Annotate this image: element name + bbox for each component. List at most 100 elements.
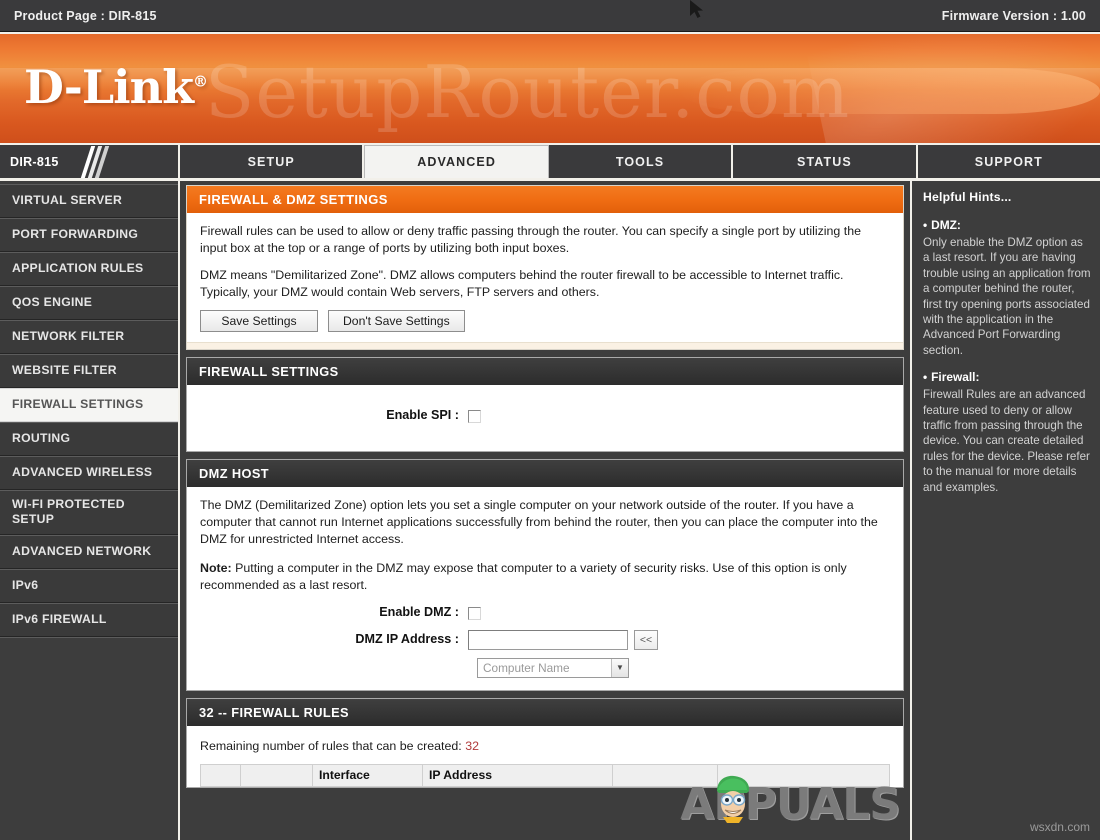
intro-button-row: Save Settings Don't Save Settings bbox=[200, 310, 890, 333]
hint-firewall-text: Firewall Rules are an advanced feature u… bbox=[923, 388, 1090, 494]
dmz-ip-row: DMZ IP Address : << bbox=[200, 629, 890, 650]
sidebar-item-label: PORT FORWARDING bbox=[12, 227, 139, 242]
dmz-ip-address-label: DMZ IP Address : bbox=[355, 632, 459, 647]
tab-status[interactable]: STATUS bbox=[733, 145, 918, 178]
dmz-note-label: Note: bbox=[200, 561, 232, 576]
sidebar-item-label: ROUTING bbox=[12, 431, 71, 446]
enable-spi-checkbox[interactable] bbox=[468, 409, 481, 423]
sidebar-item-network-filter[interactable]: NETWORK FILTER bbox=[0, 320, 178, 354]
firewall-rules-body: Remaining number of rules that can be cr… bbox=[187, 725, 903, 787]
tab-status-label: STATUS bbox=[797, 154, 852, 169]
save-settings-button[interactable]: Save Settings bbox=[200, 310, 318, 333]
enable-spi-row: Enable SPI : bbox=[200, 407, 890, 424]
bullet-icon: • bbox=[923, 218, 928, 233]
tab-tools-label: TOOLS bbox=[615, 154, 665, 169]
firewall-rules-title: 32 -- FIREWALL RULES bbox=[187, 698, 903, 726]
sidebar-item-ipv6[interactable]: IPv6 bbox=[0, 568, 178, 603]
sidebar-item-advanced-network[interactable]: ADVANCED NETWORK bbox=[0, 534, 178, 569]
sidebar-item-label: WEBSITE FILTER bbox=[12, 363, 117, 378]
dlink-logo-text: D-Link bbox=[24, 60, 194, 114]
dlink-logo: D-Link® bbox=[24, 60, 208, 114]
sidebar-item-routing[interactable]: ROUTING bbox=[0, 422, 178, 456]
firewall-dmz-settings-title: FIREWALL & DMZ SETTINGS bbox=[187, 186, 903, 213]
column-header-checkbox bbox=[200, 763, 241, 787]
sidebar-item-application-rules[interactable]: APPLICATION RULES bbox=[0, 252, 178, 286]
hint-dmz-text: Only enable the DMZ option as a last res… bbox=[923, 236, 1091, 357]
tab-advanced-label: ADVANCED bbox=[417, 155, 496, 169]
intro-paragraph-1: Firewall rules can be used to allow or d… bbox=[200, 224, 861, 256]
slashes-icon bbox=[80, 145, 110, 178]
firewall-rules-table: Interface IP Address bbox=[200, 763, 890, 787]
nav-model-badge: DIR-815 bbox=[0, 145, 180, 178]
enable-dmz-checkbox[interactable] bbox=[468, 606, 481, 620]
firewall-rules-panel: 32 -- FIREWALL RULES Remaining number of… bbox=[186, 697, 904, 788]
enable-dmz-label: Enable DMZ : bbox=[379, 605, 459, 620]
dmz-note-text: Putting a computer in the DMZ may expose… bbox=[200, 561, 847, 593]
firewall-dmz-settings-panel: FIREWALL & DMZ SETTINGS Firewall rules c… bbox=[186, 185, 904, 351]
tab-setup-label: SETUP bbox=[247, 154, 295, 169]
helpful-hints-title: Helpful Hints... bbox=[923, 190, 1012, 204]
sidebar-item-virtual-server[interactable]: VIRTUAL SERVER bbox=[0, 184, 178, 218]
sidebar-item-label: WI-FI PROTECTED SETUP bbox=[12, 497, 125, 527]
tab-advanced[interactable]: ADVANCED bbox=[364, 145, 549, 178]
intro-paragraph-2: DMZ means "Demilitarized Zone". DMZ allo… bbox=[200, 267, 844, 300]
column-header-interface: Interface bbox=[312, 763, 423, 787]
dmz-ip-address-input[interactable] bbox=[468, 629, 628, 650]
hint-block-firewall: • Firewall: Firewall Rules are an advance… bbox=[923, 370, 1091, 495]
column-header-extra-2 bbox=[717, 763, 890, 787]
chevron-down-icon: ▼ bbox=[611, 658, 628, 677]
wsxdn-watermark: wsxdn.com bbox=[1029, 820, 1090, 834]
sidebar-item-label: VIRTUAL SERVER bbox=[12, 193, 123, 208]
remaining-rules-text: Remaining number of rules that can be cr… bbox=[200, 738, 890, 755]
sidebar-item-label: ADVANCED NETWORK bbox=[12, 543, 152, 558]
main-nav: DIR-815 SETUP ADVANCED TOOLS STATUS SUPP… bbox=[0, 145, 1100, 181]
main-content: FIREWALL & DMZ SETTINGS Firewall rules c… bbox=[180, 181, 910, 840]
remaining-rules-count: 32 bbox=[465, 738, 479, 753]
nav-model-label: DIR-815 bbox=[10, 154, 59, 169]
sidebar-item-qos-engine[interactable]: QOS ENGINE bbox=[0, 286, 178, 320]
enable-dmz-row: Enable DMZ : bbox=[200, 604, 890, 621]
dmz-host-body: The DMZ (Demilitarized Zone) option lets… bbox=[187, 486, 903, 690]
firewall-dmz-settings-body: Firewall rules can be used to allow or d… bbox=[187, 213, 903, 343]
sidebar-item-label: QOS ENGINE bbox=[12, 295, 93, 310]
tab-support-label: SUPPORT bbox=[974, 154, 1043, 169]
sidebar-item-label: APPLICATION RULES bbox=[12, 261, 144, 276]
sidebar-item-label: FIREWALL SETTINGS bbox=[12, 397, 144, 412]
sidebar-item-label: IPv6 FIREWALL bbox=[12, 611, 107, 626]
intro-panel-footer bbox=[187, 342, 903, 350]
dlink-trademark-icon: ® bbox=[192, 72, 208, 91]
column-header-extra-1 bbox=[612, 763, 718, 787]
hint-dmz-heading-label: DMZ: bbox=[931, 218, 961, 233]
brand-banner: SetupRouter.com D-Link® bbox=[0, 32, 1100, 145]
firmware-version-label: Firmware Version : 1.00 bbox=[941, 8, 1086, 23]
computer-name-select[interactable]: Computer Name ▼ bbox=[477, 657, 629, 678]
sidebar-item-firewall-settings[interactable]: FIREWALL SETTINGS bbox=[0, 388, 178, 422]
sidebar-item-port-forwarding[interactable]: PORT FORWARDING bbox=[0, 218, 178, 252]
sidebar-item-advanced-wireless[interactable]: ADVANCED WIRELESS bbox=[0, 456, 178, 490]
hint-firewall-heading-label: Firewall: bbox=[931, 370, 980, 385]
sidebar-filler bbox=[0, 636, 178, 837]
dmz-description: The DMZ (Demilitarized Zone) option lets… bbox=[200, 497, 878, 547]
tab-support[interactable]: SUPPORT bbox=[917, 145, 1100, 178]
table-header-row: Interface IP Address bbox=[200, 763, 890, 787]
dmz-host-title: DMZ HOST bbox=[187, 459, 903, 487]
hint-firewall-heading: • Firewall: bbox=[923, 370, 1091, 386]
tab-setup[interactable]: SETUP bbox=[180, 145, 365, 178]
sidebar-item-wifi-protected-setup[interactable]: WI-FI PROTECTED SETUP bbox=[0, 490, 178, 535]
helpful-hints-panel: Helpful Hints... • DMZ: Only enable the D… bbox=[910, 181, 1100, 840]
dmz-host-panel: DMZ HOST The DMZ (Demilitarized Zone) op… bbox=[186, 458, 904, 691]
hint-block-dmz: • DMZ: Only enable the DMZ option as a la… bbox=[923, 218, 1091, 358]
tab-tools[interactable]: TOOLS bbox=[548, 145, 734, 178]
column-header-name bbox=[240, 763, 313, 787]
hint-dmz-heading: • DMZ: bbox=[923, 218, 1091, 234]
sidebar-item-ipv6-firewall[interactable]: IPv6 FIREWALL bbox=[0, 602, 178, 637]
column-header-ip-address: IP Address bbox=[422, 763, 613, 787]
bullet-icon: • bbox=[923, 370, 928, 385]
product-page-label: Product Page : DIR-815 bbox=[14, 8, 157, 23]
copy-computer-ip-button[interactable]: << bbox=[634, 629, 658, 650]
remaining-rules-label: Remaining number of rules that can be cr… bbox=[200, 738, 462, 753]
dont-save-settings-button[interactable]: Don't Save Settings bbox=[328, 310, 465, 333]
sidebar: VIRTUAL SERVER PORT FORWARDING APPLICATI… bbox=[0, 181, 180, 840]
sidebar-item-website-filter[interactable]: WEBSITE FILTER bbox=[0, 354, 178, 388]
firewall-settings-title: FIREWALL SETTINGS bbox=[187, 358, 903, 386]
